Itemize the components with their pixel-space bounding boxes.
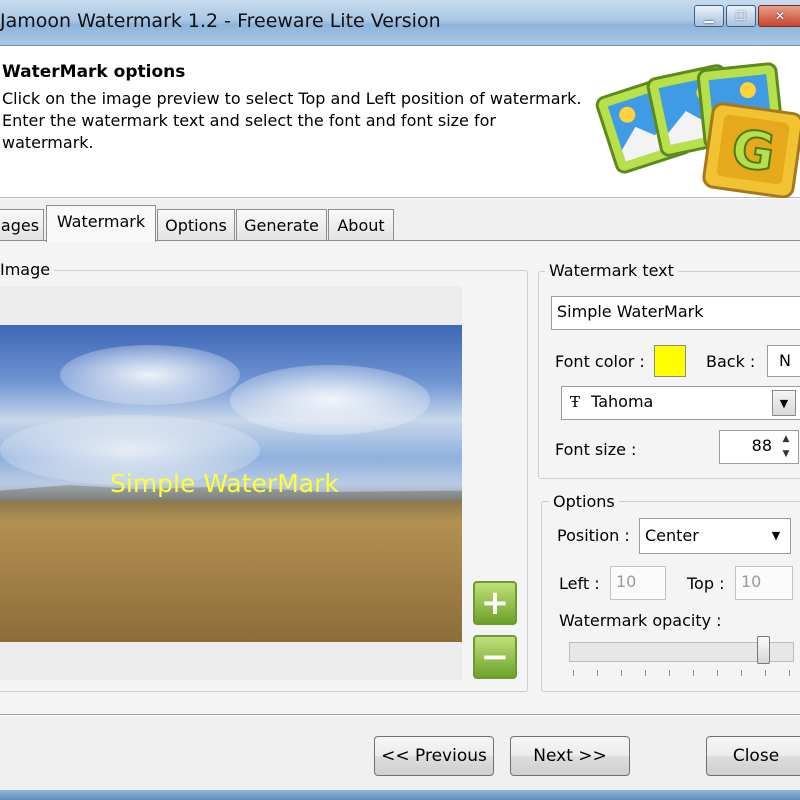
chevron-down-icon: ▼ [779, 397, 789, 410]
minus-icon: − [480, 637, 510, 677]
top-input[interactable]: 10 [735, 566, 793, 600]
watermark-text-legend: Watermark text [545, 261, 678, 280]
font-name: Tahoma [591, 392, 654, 411]
truetype-font-icon: Ŧ [570, 393, 581, 411]
jamoon-photo-stack-logo: G [595, 62, 800, 198]
close-window-button[interactable]: ✕ [758, 5, 800, 27]
plus-icon: + [480, 583, 510, 623]
zoom-in-button[interactable]: + [473, 581, 517, 625]
opacity-label: Watermark opacity : [559, 611, 722, 630]
tab-about[interactable]: About [328, 209, 394, 241]
title-bar[interactable]: Jamoon Watermark 1.2 - Freeware Lite Ver… [0, 0, 800, 46]
footer-divider [0, 714, 800, 716]
options-legend: Options [549, 492, 619, 511]
spin-up-icon[interactable]: ▲ [776, 432, 796, 447]
spin-down-icon[interactable]: ▼ [776, 447, 796, 462]
image-group-legend: Image [0, 260, 55, 279]
opacity-slider-thumb[interactable] [756, 636, 770, 664]
header-description: Click on the image preview to select Top… [2, 89, 582, 152]
wizard-header: WaterMark options Click on the image pre… [0, 46, 800, 198]
tab-watermark[interactable]: Watermark [46, 205, 156, 242]
svg-text:G: G [728, 119, 779, 184]
close-icon: ✕ [774, 9, 786, 23]
maximize-icon: ☐ [735, 9, 747, 23]
cloud [230, 365, 430, 435]
font-color-label: Font color : [555, 352, 645, 371]
minimize-icon: ▁ [704, 9, 714, 23]
zoom-out-button[interactable]: − [473, 635, 517, 679]
previous-button[interactable]: << Previous [374, 736, 494, 776]
cloud [60, 345, 240, 405]
font-color-swatch[interactable] [654, 345, 686, 377]
position-label: Position : [557, 526, 630, 545]
left-input[interactable]: 10 [610, 566, 666, 600]
left-label: Left : [559, 574, 600, 593]
tab-images[interactable]: ages [0, 209, 44, 241]
window-bottom-border [0, 790, 800, 800]
next-button[interactable]: Next >> [510, 736, 630, 776]
font-select[interactable]: Ŧ Tahoma [561, 386, 800, 420]
watermark-preview-text[interactable]: Simple WaterMark [110, 469, 339, 498]
window-title: Jamoon Watermark 1.2 - Freeware Lite Ver… [0, 10, 441, 32]
font-size-label: Font size : [555, 440, 637, 459]
back-color-field[interactable]: N [767, 345, 800, 377]
top-label: Top : [687, 574, 725, 593]
header-title: WaterMark options [2, 62, 186, 82]
watermark-text-input[interactable]: Simple WaterMark [551, 296, 800, 330]
minimize-button[interactable]: ▁ [694, 5, 724, 27]
tab-generate[interactable]: Generate [236, 209, 327, 241]
back-label: Back : [706, 352, 756, 371]
close-button[interactable]: Close [706, 736, 800, 776]
opacity-slider-ticks [573, 670, 791, 676]
image-preview[interactable]: Simple WaterMark [0, 325, 462, 642]
chevron-down-icon[interactable]: ▼ [766, 526, 786, 546]
maximize-button[interactable]: ☐ [726, 5, 756, 27]
tab-options[interactable]: Options [157, 209, 235, 241]
font-dropdown-button[interactable]: ▼ [772, 390, 796, 416]
